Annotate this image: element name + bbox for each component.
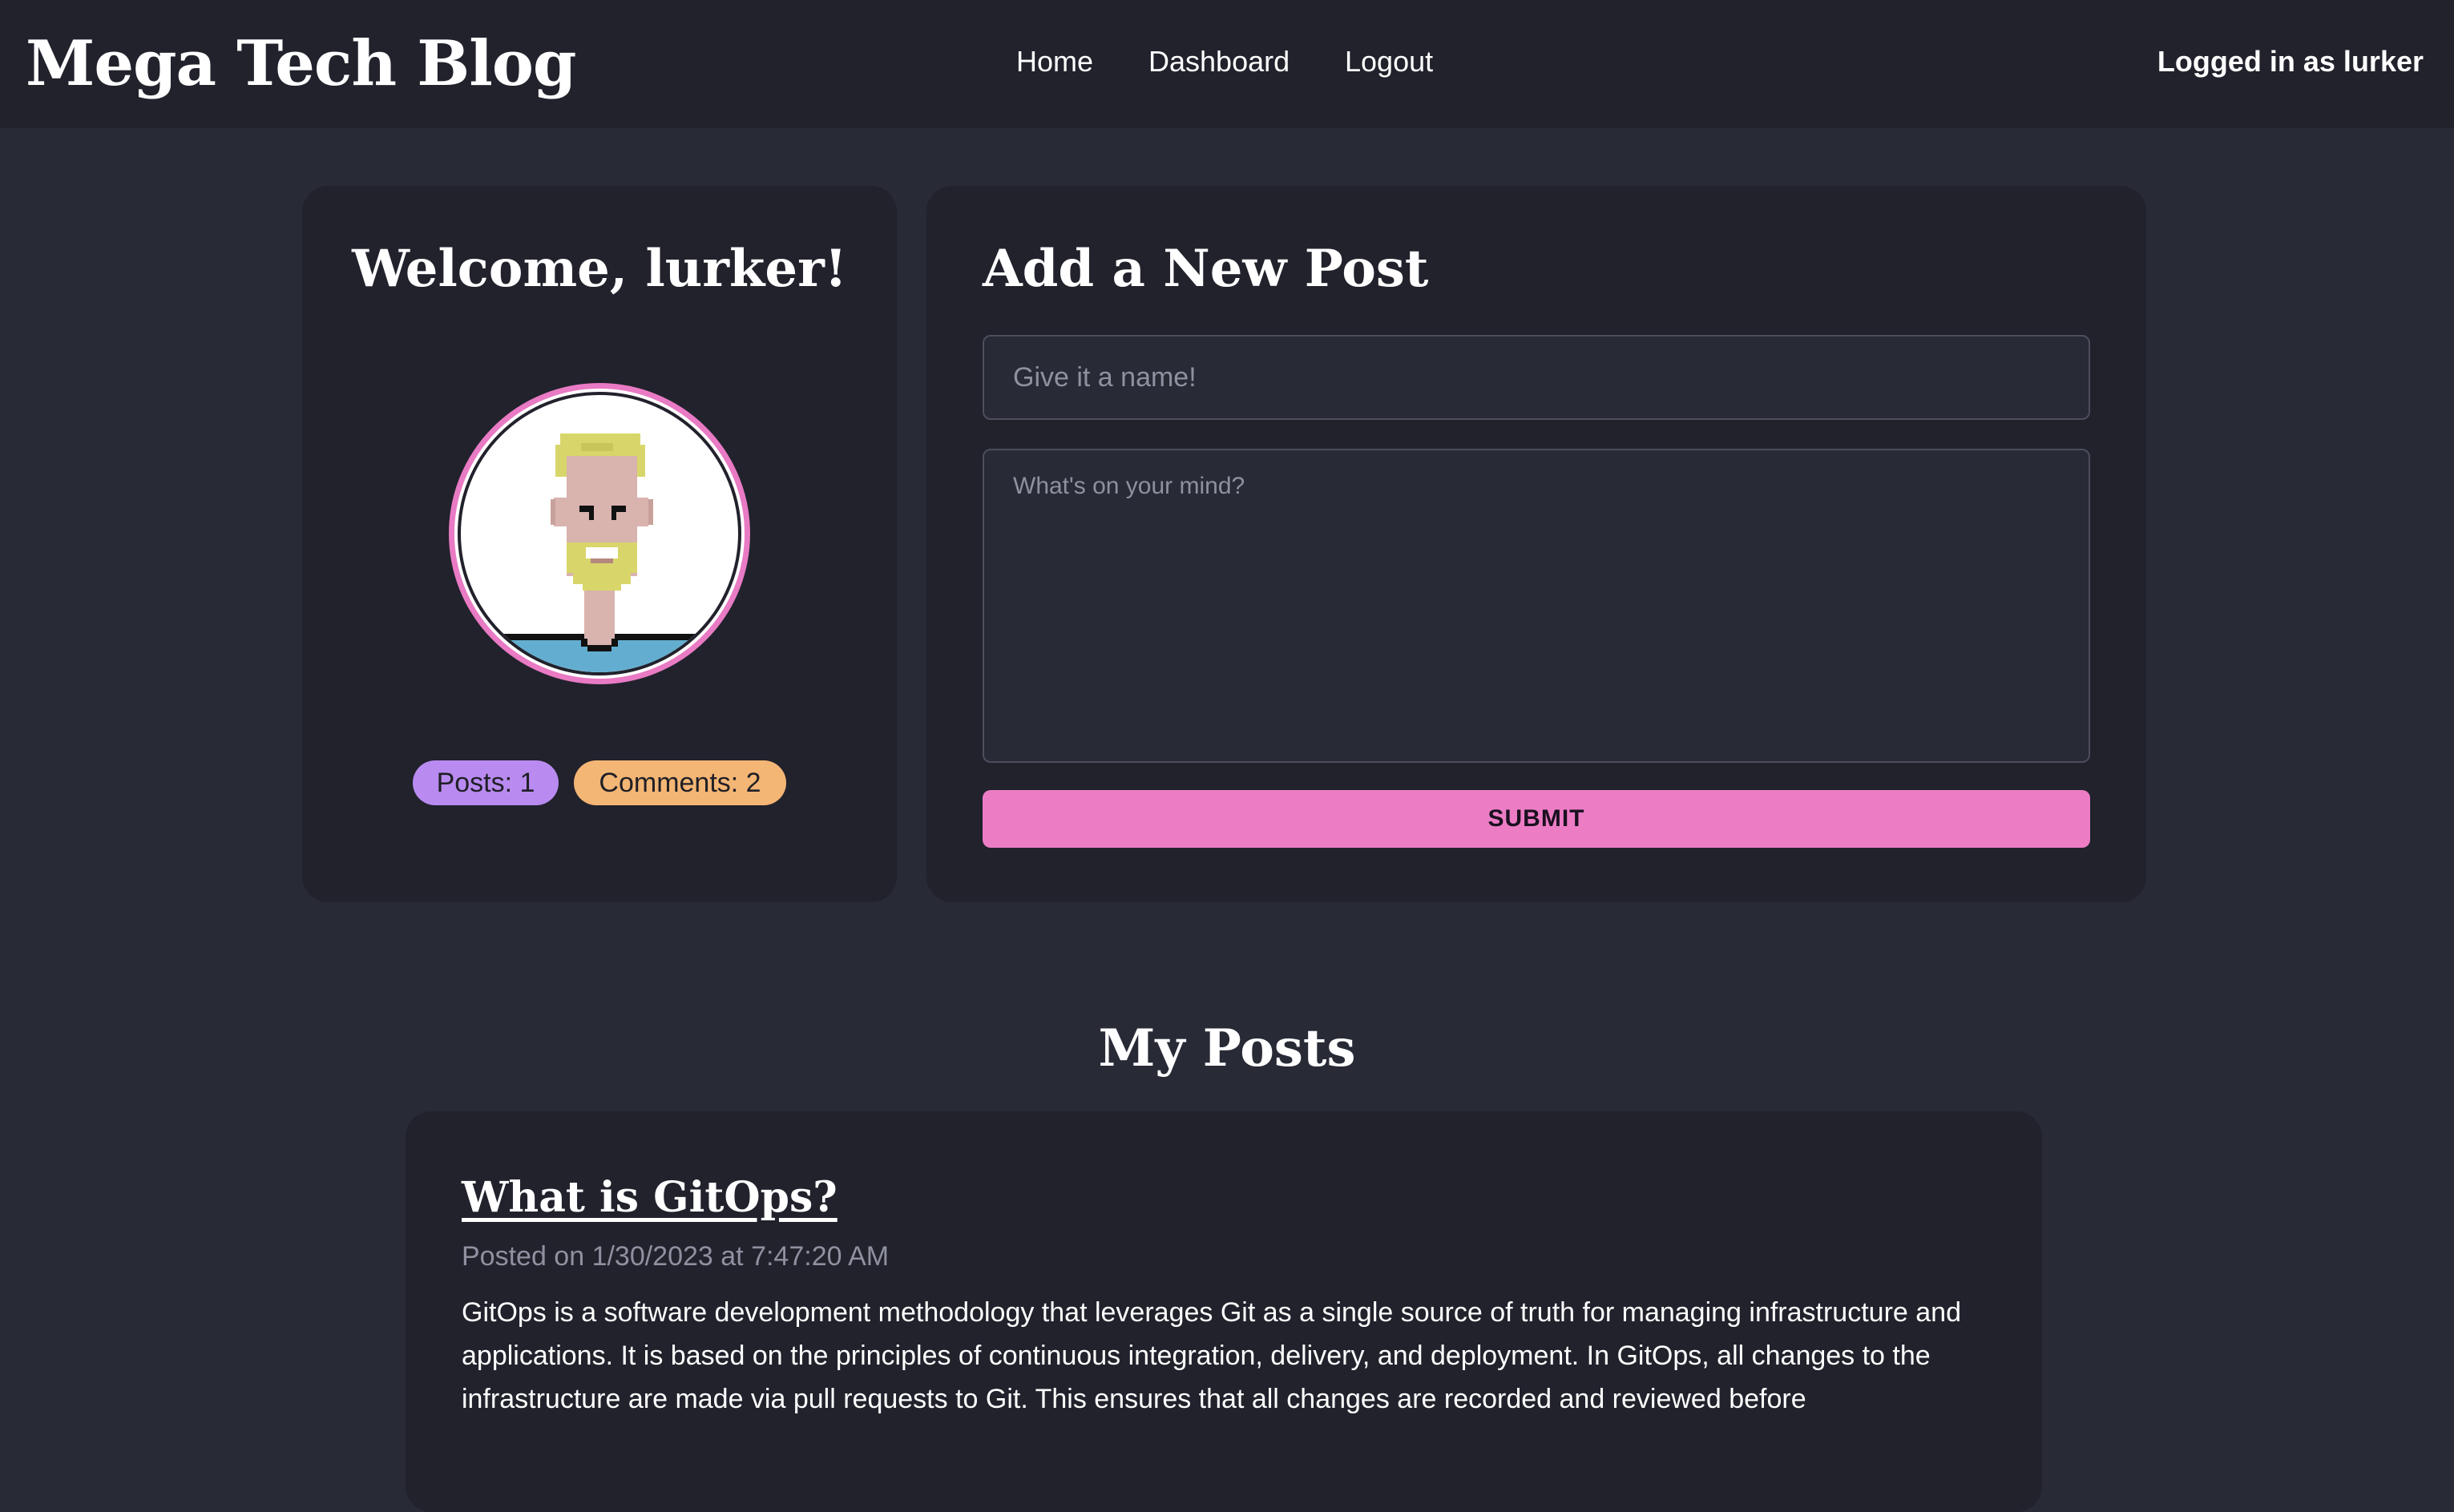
site-brand[interactable]: Mega Tech Blog — [26, 21, 576, 107]
my-posts-heading: My Posts — [1098, 1018, 1356, 1079]
post-name-input[interactable] — [983, 335, 2090, 420]
nav-home-link[interactable]: Home — [1016, 42, 1093, 82]
new-post-card: Add a New Post SUBMIT — [926, 186, 2146, 902]
post-date: Posted on 1/30/2023 at 7:47:20 AM — [462, 1241, 890, 1272]
avatar — [449, 383, 750, 684]
new-post-title: Add a New Post — [983, 239, 1429, 299]
post-excerpt: GitOps is a software development methodo… — [462, 1297, 1961, 1414]
nav-logout-link[interactable]: Logout — [1345, 42, 1433, 82]
site-header: Mega Tech Blog Home Dashboard Logout Log… — [0, 0, 2454, 128]
comments-count-badge: Comments: 2 — [574, 760, 786, 805]
welcome-card: Welcome, lurker! Posts: 1 Comments: 2 — [302, 186, 897, 902]
submit-post-button[interactable]: SUBMIT — [983, 790, 2090, 848]
logged-in-status: Logged in as lurker — [2157, 45, 2424, 78]
welcome-title: Welcome, lurker! — [352, 239, 847, 299]
pixel-avatar-icon — [458, 392, 741, 675]
nav-dashboard-link[interactable]: Dashboard — [1148, 42, 1290, 82]
posts-count-badge: Posts: 1 — [413, 760, 559, 805]
post-title-link[interactable]: What is GitOps? — [462, 1167, 838, 1228]
post-card: What is GitOps? Posted on 1/30/2023 at 7… — [406, 1111, 2042, 1512]
post-body-textarea[interactable] — [983, 449, 2090, 763]
